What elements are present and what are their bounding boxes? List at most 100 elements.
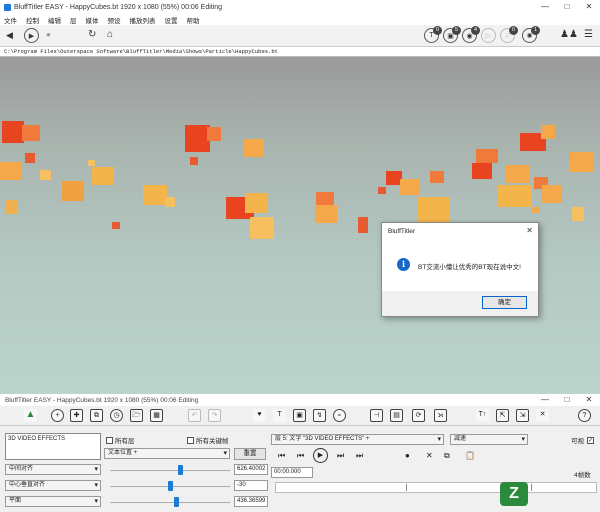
visible-checkbox[interactable]: 可视 ✓ xyxy=(571,435,596,445)
menu-layer[interactable]: 层 xyxy=(70,15,77,25)
grid-icon[interactable]: ▦ xyxy=(150,409,163,422)
camera-layer-icon[interactable]: ◉ 4 xyxy=(462,26,480,43)
all-keys-checkbox[interactable]: 所有关键帧 xyxy=(187,435,229,445)
prev-frame-icon[interactable]: ⏮ xyxy=(297,451,304,461)
keyframe-marker xyxy=(531,484,532,491)
end-icon[interactable]: ⏭ xyxy=(356,451,363,461)
cube xyxy=(2,121,24,143)
easing-select[interactable]: 减速 xyxy=(450,434,528,445)
rotate-icon[interactable]: ⟳ xyxy=(412,409,425,422)
close-icon[interactable]: ✕ xyxy=(578,0,600,14)
menu-edit[interactable]: 编辑 xyxy=(48,15,61,25)
shape-icon[interactable]: ♥ xyxy=(253,409,266,422)
layer-select[interactable]: 层 5: 文字 "3D VIDEO EFFECTS" + xyxy=(271,434,444,445)
menu-playlist[interactable]: 播放列表 xyxy=(130,15,156,25)
prev-icon[interactable]: ◀ xyxy=(6,30,13,41)
path-icon[interactable]: ↯ xyxy=(313,409,326,422)
refresh-icon[interactable]: ↻ xyxy=(88,29,96,40)
particles-icon[interactable]: ∘ xyxy=(333,409,346,422)
z-slider[interactable] xyxy=(174,497,179,507)
effect-layer-icon[interactable]: ✺ 1 xyxy=(522,26,540,43)
reset-button[interactable]: 重置 xyxy=(234,448,266,460)
menu-presets[interactable]: 预设 xyxy=(108,15,121,25)
align-h-select[interactable]: 中间对齐 xyxy=(5,464,101,475)
add-layer-icon[interactable]: + xyxy=(51,409,64,422)
cube xyxy=(0,162,22,180)
redo-icon[interactable]: ↷ xyxy=(208,409,221,422)
x-value-input[interactable]: 626.40002 xyxy=(234,464,268,475)
close-icon[interactable]: ✕ xyxy=(526,226,533,235)
delete-key-icon[interactable]: ✕ xyxy=(426,451,433,460)
x-slider[interactable] xyxy=(177,465,183,475)
new-show-icon[interactable]: ✚ xyxy=(70,409,83,422)
cube xyxy=(542,185,562,203)
hide-icon[interactable]: ⟕ xyxy=(434,409,447,422)
app-icon xyxy=(4,3,11,11)
open-folder-icon[interactable]: 🗁 xyxy=(130,409,143,422)
panel-toolbar: ▲ + ✚ ⧉ ◷ 🗁 ▦ ↶ ↷ ♥ T ▣ ↯ ∘ ⊣ ▤ ⟳ ⟕ T↑ ⇱… xyxy=(0,406,600,426)
picture-icon[interactable]: ▣ xyxy=(293,409,306,422)
undo-icon[interactable]: ↶ xyxy=(188,409,201,422)
timeline[interactable] xyxy=(275,482,597,493)
menu-settings[interactable]: 设置 xyxy=(165,15,178,25)
cube xyxy=(245,193,267,213)
text-icon[interactable]: T xyxy=(273,409,286,422)
video-layer-icon[interactable]: ▷ xyxy=(481,28,496,43)
users-icon[interactable]: ♟♟ xyxy=(560,29,578,40)
cube xyxy=(378,187,386,194)
copy-key-icon[interactable]: ⧉ xyxy=(444,451,450,461)
play-icon[interactable]: ▶ xyxy=(313,448,328,463)
maximize-icon[interactable]: □ xyxy=(556,0,578,14)
minimize-icon[interactable]: — xyxy=(534,394,556,406)
cube xyxy=(472,163,492,179)
text-size-icon[interactable]: T↑ xyxy=(476,409,489,422)
text-input[interactable]: 3D VIDEO EFFECTS xyxy=(5,433,101,460)
menu-icon[interactable]: ☰ xyxy=(584,29,593,40)
visible-label: 可视 xyxy=(571,438,584,445)
menu-file[interactable]: 文件 xyxy=(4,15,17,25)
expand-icon[interactable]: ⇱ xyxy=(496,409,509,422)
next-frame-icon[interactable]: ⏭ xyxy=(337,451,344,461)
help-icon[interactable]: ? xyxy=(578,409,591,422)
home-icon[interactable]: ⌂ xyxy=(107,29,113,40)
window-title: BluffTitler EASY - HappyCubes.bt 1920 x … xyxy=(14,3,223,11)
badge: 0 xyxy=(433,26,442,35)
align-icon[interactable]: ⊣ xyxy=(370,409,383,422)
time-input[interactable]: 00:00.000 xyxy=(271,467,313,478)
duplicate-icon[interactable]: ⧉ xyxy=(90,409,103,422)
audio-layer-icon[interactable]: ♫ 0 xyxy=(500,26,518,43)
maximize-icon[interactable]: □ xyxy=(556,394,578,406)
y-value-input[interactable]: -30 xyxy=(234,480,268,491)
badge: 0 xyxy=(509,26,518,35)
paste-key-icon[interactable]: 📋 xyxy=(465,451,475,460)
ok-button[interactable]: 确定 xyxy=(482,296,527,309)
z-value-input[interactable]: 436.36599 xyxy=(234,496,268,507)
menu-help[interactable]: 帮助 xyxy=(187,15,200,25)
play-icon[interactable]: ▶ xyxy=(24,28,39,43)
picture-layer-icon[interactable]: ▣ 5 xyxy=(443,26,461,43)
shrink-icon[interactable]: ⇲ xyxy=(516,409,529,422)
cube xyxy=(498,185,532,207)
y-slider[interactable] xyxy=(168,481,173,491)
menu-control[interactable]: 控制 xyxy=(26,15,39,25)
text-layer-icon[interactable]: T0 xyxy=(424,26,442,43)
all-layers-checkbox[interactable]: 所有层 xyxy=(106,435,135,445)
menu-media[interactable]: 媒体 xyxy=(86,15,99,25)
cut-icon[interactable]: ✕ xyxy=(536,409,549,422)
cube xyxy=(315,205,337,223)
minimize-icon[interactable]: — xyxy=(534,0,556,14)
cube xyxy=(92,167,114,185)
app-logo-icon: ▲ xyxy=(24,409,37,422)
file-path: C:\Program Files\Outerspace Software\Blu… xyxy=(0,47,600,57)
start-icon[interactable]: ⏮ xyxy=(278,451,285,461)
plane-select[interactable]: 平面 xyxy=(5,496,101,507)
property-select[interactable]: 文本位置 + xyxy=(104,448,230,459)
record-key-icon[interactable]: ● xyxy=(405,451,410,460)
cube xyxy=(358,217,368,233)
layout-icon[interactable]: ▤ xyxy=(390,409,403,422)
align-v-select[interactable]: 中心垂直对齐 xyxy=(5,480,101,491)
clock-icon[interactable]: ◷ xyxy=(110,409,123,422)
stop-icon[interactable]: ● xyxy=(46,30,51,39)
close-icon[interactable]: ✕ xyxy=(578,394,600,406)
cube xyxy=(250,217,274,239)
